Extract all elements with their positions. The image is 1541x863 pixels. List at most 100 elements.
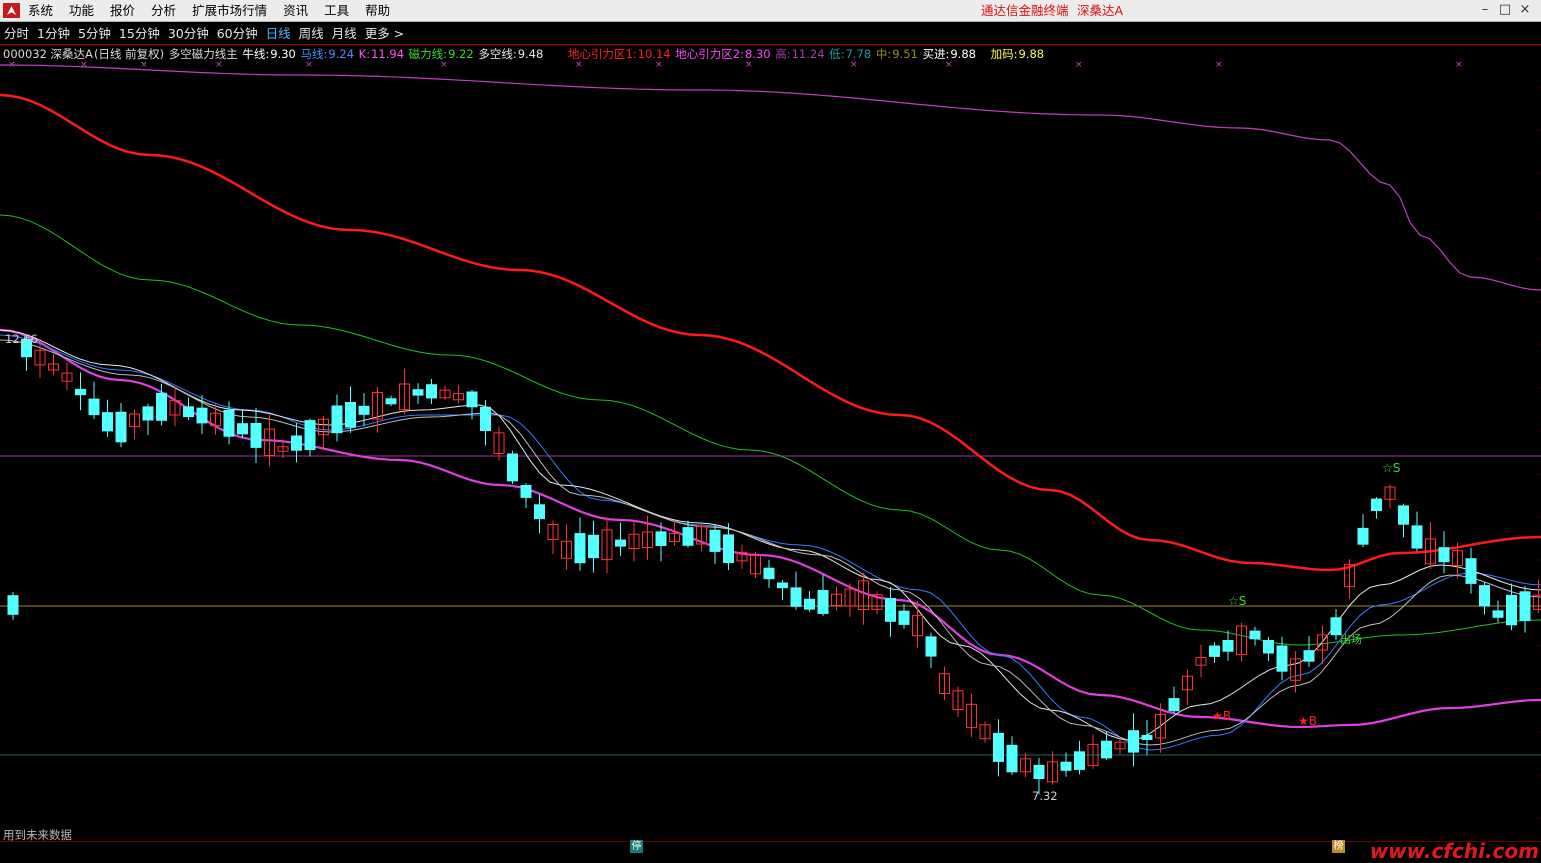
candle-body [1466, 559, 1476, 584]
candle-body [521, 486, 531, 498]
zhong-value: 9.51 [892, 47, 918, 61]
menu-bar: 系统 功能 报价 分析 扩展市场行情 资讯 工具 帮助 通达信金融终端 深桑达A… [0, 0, 1541, 22]
candle-body [616, 540, 626, 546]
top-marker: × [1075, 60, 1083, 70]
period-tab-1min[interactable]: 1分钟 [37, 26, 70, 41]
candle-body [1399, 506, 1409, 524]
menu-item-tools[interactable]: 工具 [324, 3, 349, 19]
purple-line [0, 65, 1541, 290]
candle-body [1034, 765, 1044, 778]
candle-body [899, 611, 909, 624]
candle-body [508, 454, 518, 481]
candle-body [818, 591, 828, 614]
kline-chart[interactable]: ××××××××××××××☆S☆S★B★B出场 [0, 45, 1541, 841]
menu-item-news[interactable]: 资讯 [283, 3, 308, 19]
dixin1-label: 地心引力区1: [568, 47, 637, 61]
stop-marker[interactable]: 停 [630, 840, 643, 853]
top-marker: × [745, 60, 753, 70]
menu-item-quote[interactable]: 报价 [110, 3, 135, 19]
top-marker: × [1215, 60, 1223, 70]
candle-body [1061, 762, 1071, 770]
top-marker: × [945, 60, 953, 70]
candle-body [1412, 526, 1422, 548]
period-tab-weekly[interactable]: 周线 [299, 26, 324, 41]
candle-body [764, 568, 774, 579]
k-label: K: [359, 47, 370, 61]
gao-label: 高: [775, 47, 790, 61]
candle-body [346, 403, 356, 428]
high-price-label: 12.66 [5, 332, 38, 346]
cili-label: 磁力线: [409, 47, 447, 61]
buy-signal-1: ★B [1212, 709, 1231, 723]
indicator-info-bar: 000032 深桑达A(日线 前复权) 多空磁力线主 牛线:9.30 马线:9.… [3, 47, 1045, 61]
candle-body [778, 583, 788, 588]
candle-body [1480, 586, 1490, 606]
stock-brand: 深桑达A [1077, 3, 1123, 19]
candle-body [1169, 699, 1179, 711]
gray-line [0, 340, 1541, 745]
zhong-label: 中: [876, 47, 891, 61]
ma-value: 9.24 [328, 47, 354, 61]
period-tab-30min[interactable]: 30分钟 [168, 26, 209, 41]
candle-body [656, 532, 666, 546]
candle-body [886, 599, 896, 622]
k-value: 11.94 [371, 47, 404, 61]
maximize-icon[interactable]: □ [1495, 1, 1515, 19]
close-icon[interactable]: × [1515, 1, 1535, 19]
candle-body [1129, 731, 1139, 752]
sell-signal-1: ☆S [1228, 594, 1246, 608]
indicator-name: 多空磁力线主 [169, 47, 238, 61]
buy-signal-2: ★B [1298, 714, 1317, 728]
candle-body [1520, 592, 1530, 621]
candle-body [8, 596, 18, 615]
duokong-value: 9.48 [518, 47, 544, 61]
duokong-label: 多空线: [478, 47, 516, 61]
candle-body [1372, 499, 1382, 510]
candle-body [427, 385, 437, 398]
top-marker: × [1455, 60, 1463, 70]
menu-item-function[interactable]: 功能 [69, 3, 94, 19]
candle-body [724, 535, 734, 563]
minimize-icon[interactable]: – [1475, 1, 1495, 19]
candle-body [1493, 611, 1503, 617]
period-tab-more[interactable]: 更多 > [365, 26, 404, 41]
period-tab-monthly[interactable]: 月线 [332, 26, 357, 41]
candle-body [1277, 646, 1287, 671]
candle-body [238, 424, 248, 434]
period-bar: 分时 1分钟 5分钟 15分钟 30分钟 60分钟 日线 周线 月线 更多 > [0, 22, 1541, 44]
candle-body [413, 390, 423, 395]
menu-item-analysis[interactable]: 分析 [151, 3, 176, 19]
period-tab-5min[interactable]: 5分钟 [78, 26, 111, 41]
white-line [0, 330, 1541, 740]
period-tab-intraday[interactable]: 分时 [4, 26, 29, 41]
niu-value: 9.30 [270, 47, 296, 61]
candle-body [926, 637, 936, 656]
dixin1-value: 10.14 [638, 47, 671, 61]
candle-body [1264, 641, 1274, 654]
candle-body [197, 408, 207, 423]
menu-item-system[interactable]: 系统 [28, 3, 53, 19]
top-marker: × [215, 60, 223, 70]
candle-body [1210, 646, 1220, 656]
di-value: 7.78 [846, 47, 872, 61]
candle-body [1142, 735, 1152, 739]
top-marker: × [440, 60, 448, 70]
candle-body [1250, 631, 1260, 639]
period-tab-60min[interactable]: 60分钟 [217, 26, 258, 41]
period-tab-15min[interactable]: 15分钟 [119, 26, 160, 41]
candle-body [157, 393, 167, 420]
stock-code-name: 000032 深桑达A [3, 47, 93, 61]
top-marker: × [140, 60, 148, 70]
candle-body [292, 436, 302, 450]
niu-label: 牛线: [242, 47, 269, 61]
candle-body [1223, 641, 1233, 652]
candle-body [535, 505, 545, 519]
menu-item-extended-market[interactable]: 扩展市场行情 [192, 3, 267, 19]
menu-item-help[interactable]: 帮助 [365, 3, 390, 19]
top-marker: × [655, 60, 663, 70]
candle-body [1358, 528, 1368, 544]
chart-mode: (日线 前复权) [94, 47, 164, 61]
list-marker[interactable]: 榜 [1332, 840, 1345, 853]
top-marker: × [575, 60, 583, 70]
period-tab-daily[interactable]: 日线 [266, 26, 291, 41]
